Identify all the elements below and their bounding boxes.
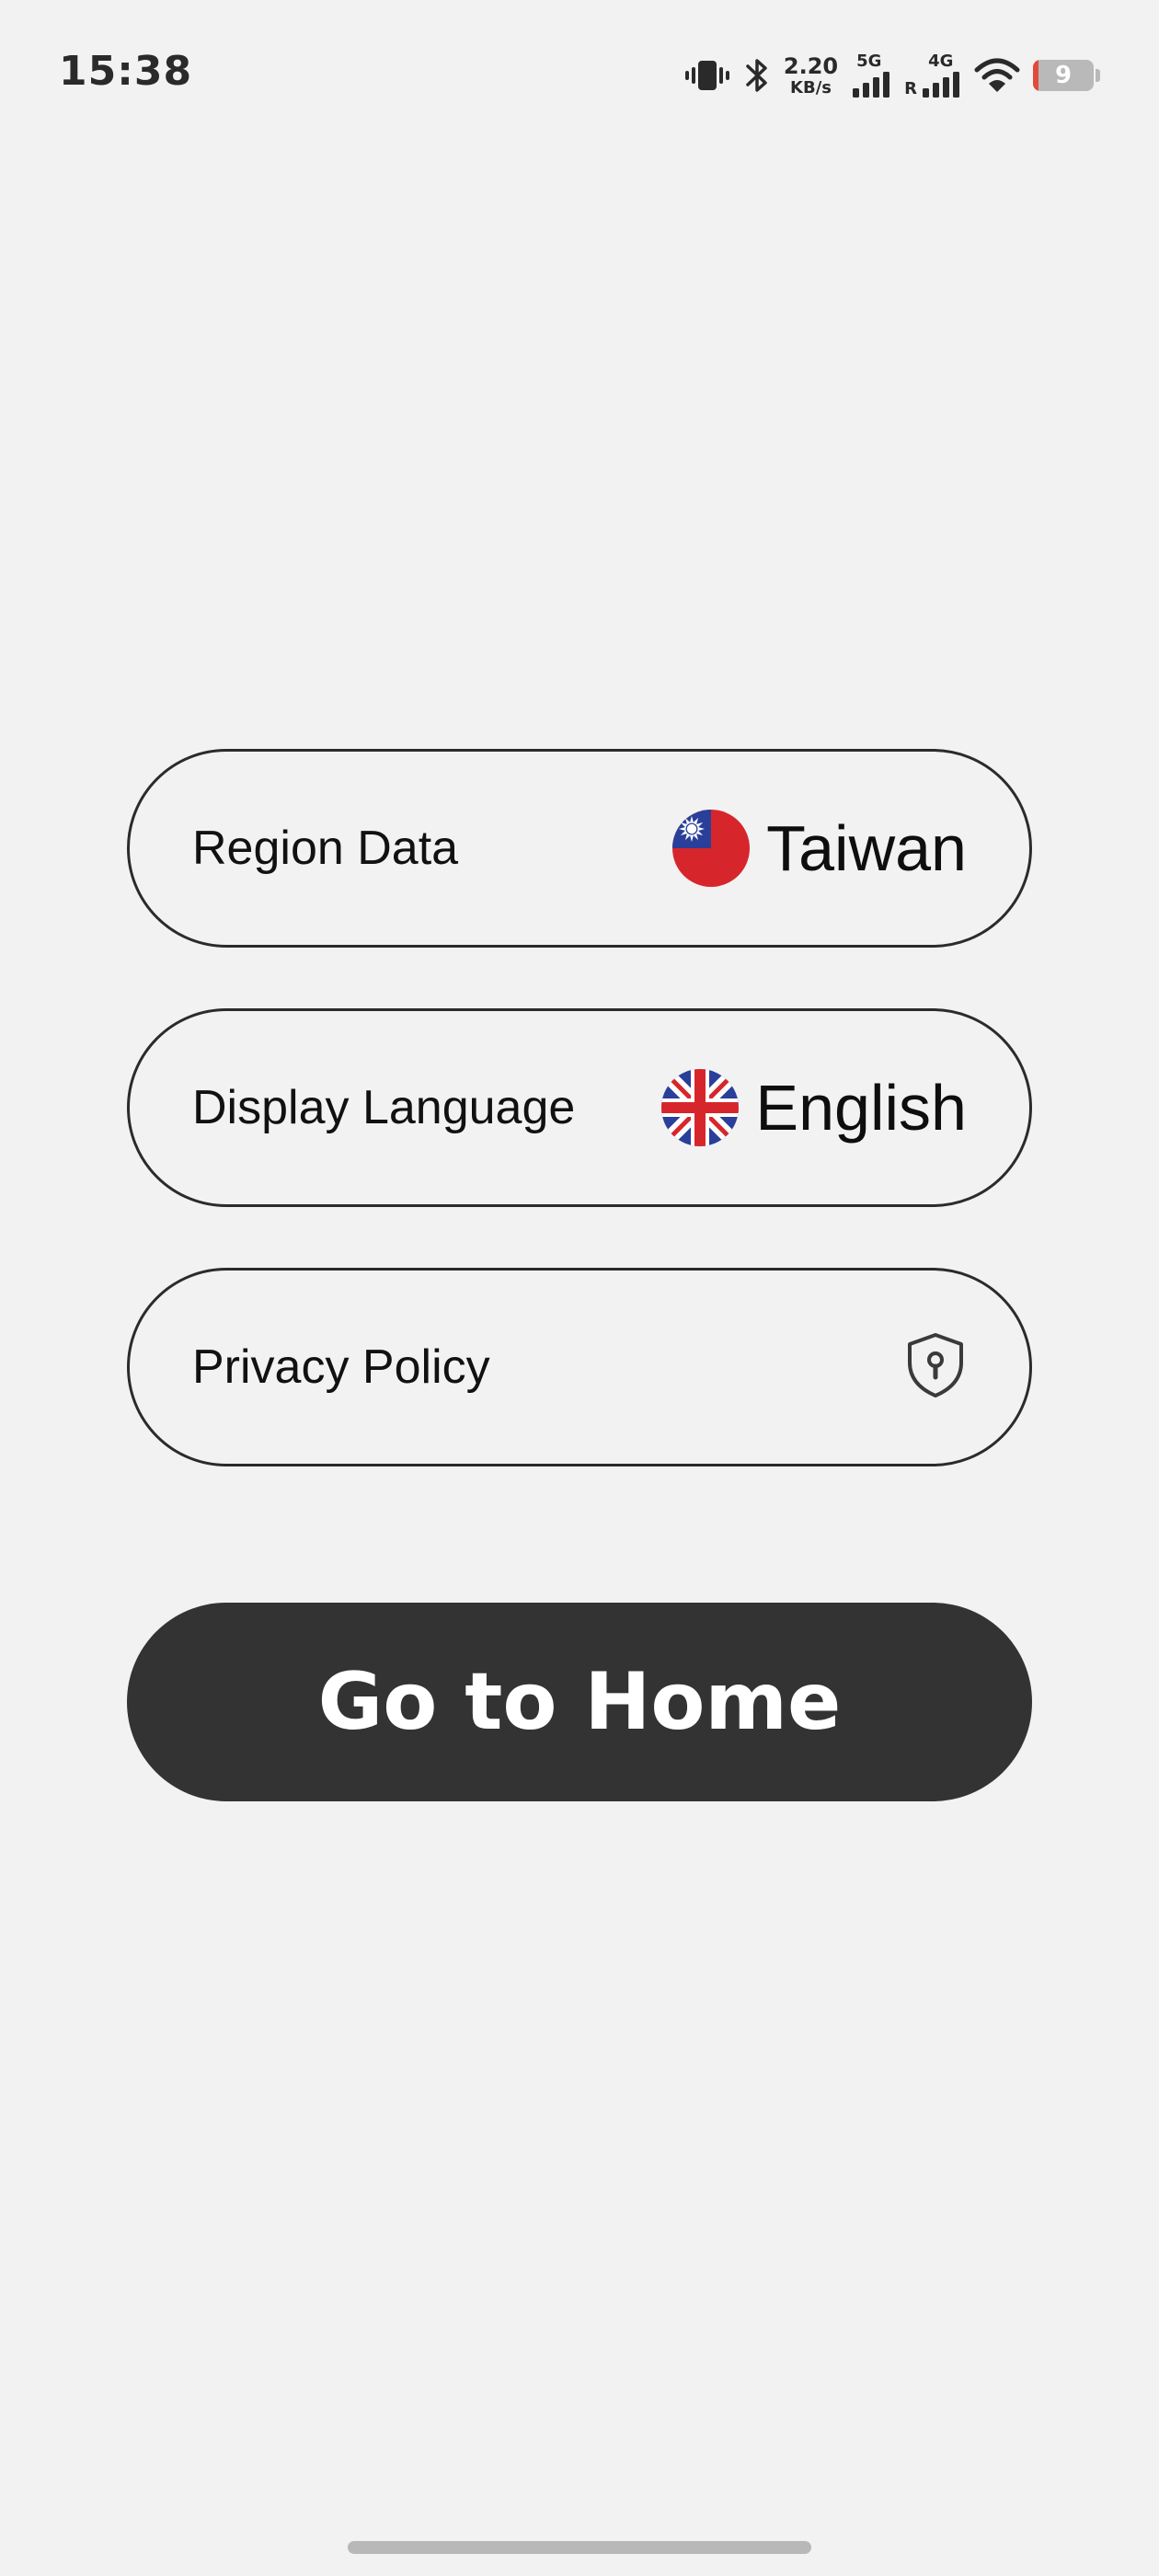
vibrate-icon — [684, 57, 730, 94]
roaming-indicator: R — [904, 79, 917, 98]
signal-5g-icon: 5G — [851, 53, 891, 98]
region-data-button[interactable]: Region Data Taiwan — [127, 749, 1032, 948]
status-bar: 15:38 2.20 KB/s 5G 4G R 9 — [0, 0, 1159, 147]
network-speed: 2.20 KB/s — [784, 55, 838, 97]
privacy-policy-button[interactable]: Privacy Policy — [127, 1268, 1032, 1466]
network-speed-value: 2.20 — [783, 52, 839, 79]
privacy-policy-label: Privacy Policy — [192, 1340, 490, 1394]
taiwan-flag-icon — [672, 810, 751, 887]
bluetooth-icon — [743, 56, 771, 95]
battery-level-text: 9 — [1054, 62, 1073, 89]
display-language-button[interactable]: Display Language English — [127, 1008, 1032, 1207]
go-to-home-button[interactable]: Go to Home — [127, 1603, 1032, 1801]
shield-lock-icon — [904, 1331, 967, 1403]
display-language-label: Display Language — [192, 1081, 576, 1134]
network-speed-unit: KB/s — [790, 77, 832, 98]
home-indicator[interactable] — [348, 2541, 811, 2554]
display-language-value: English — [661, 1069, 967, 1146]
status-time: 15:38 — [59, 48, 193, 95]
wifi-icon — [974, 57, 1020, 94]
uk-flag-icon — [661, 1069, 740, 1146]
display-language-value-text: English — [755, 1072, 967, 1144]
status-icons: 2.20 KB/s 5G 4G R 9 — [684, 50, 1100, 101]
battery-icon: 9 — [1033, 60, 1094, 91]
network-type-5g: 5G — [856, 52, 882, 71]
region-data-label: Region Data — [192, 822, 459, 875]
battery-level-fill — [1033, 60, 1039, 91]
region-data-value: Taiwan — [672, 810, 967, 887]
signal-4g-icon: 4G R — [904, 53, 961, 98]
battery-tip — [1096, 69, 1100, 82]
region-data-value-text: Taiwan — [766, 812, 967, 884]
network-type-4g: 4G — [928, 52, 954, 71]
